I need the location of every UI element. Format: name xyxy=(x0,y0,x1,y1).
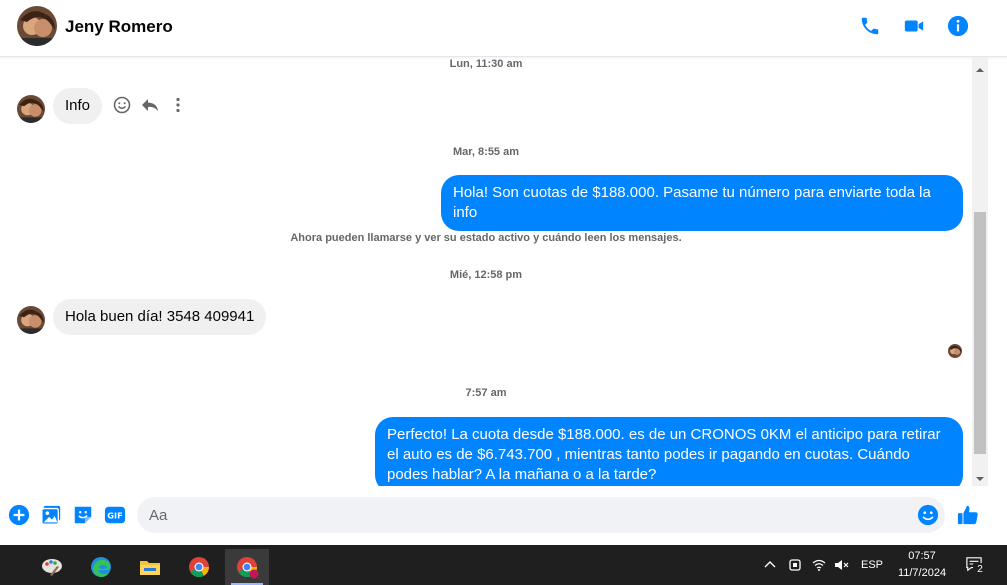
conversation-scrollbar[interactable] xyxy=(972,57,988,486)
emoji-icon[interactable] xyxy=(917,504,939,526)
clock-date[interactable]: 11/7/2024 xyxy=(893,567,951,579)
info-icon[interactable] xyxy=(947,15,969,37)
thumbs-up-icon[interactable] xyxy=(957,504,979,526)
video-camera-icon[interactable] xyxy=(903,15,925,37)
chevron-up-icon[interactable] xyxy=(762,557,778,573)
message-input[interactable] xyxy=(137,497,945,533)
scrollbar-thumb[interactable] xyxy=(974,212,986,454)
message-composer: GIF xyxy=(0,486,1007,544)
react-emoji-icon[interactable] xyxy=(112,95,132,115)
plus-circle-icon[interactable] xyxy=(8,504,30,526)
message-list[interactable]: Lun, 11:30 am Info Mar, 8:55 am Hola! So… xyxy=(0,57,972,486)
clock-time[interactable]: 07:57 xyxy=(893,550,951,562)
svg-text:GIF: GIF xyxy=(107,511,122,521)
phone-icon[interactable] xyxy=(859,15,881,37)
timestamp: Mar, 8:55 am xyxy=(452,146,520,158)
incoming-message[interactable]: Hola buen día! 3548 409941 xyxy=(53,299,267,335)
photo-icon[interactable] xyxy=(40,504,62,526)
language-indicator[interactable]: ESP xyxy=(858,559,886,571)
chrome-icon[interactable] xyxy=(179,549,219,585)
messenger-window: Jeny Romero Lun, 11:30 am Info Mar, 8:55… xyxy=(0,0,1007,585)
outgoing-message[interactable]: Perfecto! La cuota desde $188.000. es de… xyxy=(375,417,963,486)
sender-avatar[interactable] xyxy=(17,306,45,334)
notification-count-badge: 2 xyxy=(973,563,987,576)
system-notice: Ahora pueden llamarse y ver su estado ac… xyxy=(290,232,682,244)
outgoing-message[interactable]: Hola! Son cuotas de $188.000. Pasame tu … xyxy=(441,175,963,231)
meet-now-icon[interactable] xyxy=(787,557,803,573)
timestamp: 7:57 am xyxy=(465,387,507,399)
scroll-down-arrow-icon[interactable] xyxy=(975,471,985,481)
windows-taskbar: ESP 07:57 11/7/2024 2 xyxy=(0,545,1007,585)
reply-icon[interactable] xyxy=(140,95,160,115)
chat-header: Jeny Romero xyxy=(0,0,1007,57)
read-receipt-avatar xyxy=(948,344,962,358)
incoming-message[interactable]: Info xyxy=(53,88,103,124)
sender-avatar[interactable] xyxy=(17,95,45,123)
paint-icon[interactable] xyxy=(32,549,72,585)
more-options-icon[interactable] xyxy=(168,95,188,115)
file-explorer-icon[interactable] xyxy=(130,549,170,585)
task-view-icon[interactable] xyxy=(0,549,12,585)
contact-avatar[interactable] xyxy=(17,6,57,46)
edge-icon[interactable] xyxy=(81,549,121,585)
gif-icon[interactable]: GIF xyxy=(104,504,126,526)
contact-name[interactable]: Jeny Romero xyxy=(65,17,173,37)
wifi-icon[interactable] xyxy=(811,557,827,573)
speaker-muted-icon[interactable] xyxy=(833,557,849,573)
chrome-profile-icon[interactable] xyxy=(225,549,269,585)
sticker-icon[interactable] xyxy=(72,504,94,526)
timestamp: Lun, 11:30 am xyxy=(449,58,523,70)
scroll-up-arrow-icon[interactable] xyxy=(975,62,985,72)
timestamp: Mié, 12:58 pm xyxy=(449,269,523,281)
